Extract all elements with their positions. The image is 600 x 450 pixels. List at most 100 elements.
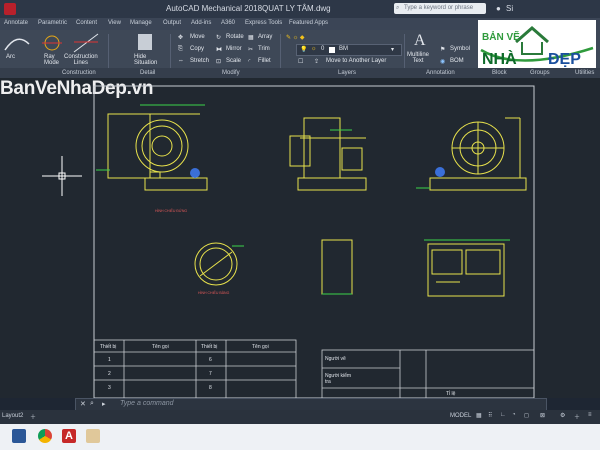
layer-state-icon[interactable]: ✎ ☼ ◆: [286, 34, 304, 41]
logo-line3: ĐẸP: [548, 51, 581, 68]
plus-icon[interactable]: ＋: [574, 412, 580, 421]
caption-side: HÌNH CHIẾU BẰNG: [198, 290, 230, 295]
motor-hub: [190, 168, 200, 178]
layer-dropdown[interactable]: 💡 ☼ 0 BM ▾: [296, 44, 402, 56]
add-layout-icon[interactable]: ＋: [30, 412, 36, 421]
fillet-icon[interactable]: ◜: [248, 58, 250, 65]
layer-properties-icon[interactable]: ☐: [298, 58, 303, 65]
symbol-button[interactable]: Symbol: [450, 46, 470, 52]
move-to-layer-icon[interactable]: ⇪: [314, 58, 319, 65]
move-to-layer-button[interactable]: Move to Another Layer: [326, 58, 386, 64]
ortho-icon[interactable]: ∟: [500, 412, 506, 418]
scale-icon[interactable]: ⊡: [216, 58, 221, 65]
title-bar: AutoCAD Mechanical 2018 QUAT LY TÂM.dwg …: [0, 0, 600, 18]
hide-situation-label[interactable]: Hide Situation: [134, 54, 157, 66]
banvenhadep-logo: BẢN VẼ NHÀ ĐẸP: [478, 20, 596, 70]
app-menu-icon[interactable]: [4, 3, 16, 15]
tab-view[interactable]: View: [108, 20, 121, 26]
fillet-button[interactable]: Fillet: [258, 58, 271, 64]
caption-front: HÌNH CHIẾU ĐỨNG: [155, 208, 187, 213]
autocad-icon[interactable]: A: [62, 429, 76, 443]
scale-button[interactable]: Scale: [226, 58, 241, 64]
arc-icon[interactable]: [2, 32, 32, 54]
bom-icon[interactable]: ◉: [440, 58, 445, 65]
trim-icon[interactable]: ✂: [248, 46, 253, 53]
stretch-icon[interactable]: ⇔: [178, 58, 184, 64]
osnap-icon[interactable]: ◻: [524, 412, 529, 419]
user-label[interactable]: Si: [506, 4, 513, 13]
table-header: Thiết bị: [201, 344, 218, 350]
rotate-icon[interactable]: ↻: [216, 34, 221, 41]
divider: [404, 34, 405, 70]
arc-label[interactable]: Arc: [6, 54, 15, 60]
grid-icon[interactable]: ▦: [476, 412, 482, 419]
multiline-text-label[interactable]: Multiline Text: [407, 52, 429, 64]
panel-label-annotation[interactable]: Annotation: [426, 70, 455, 76]
copy-icon[interactable]: ⎘: [178, 46, 183, 53]
model-button[interactable]: MODEL: [450, 413, 471, 419]
tab-output[interactable]: Output: [163, 20, 181, 26]
tab-featured-apps[interactable]: Featured Apps: [289, 20, 328, 26]
crosshair-cursor: [42, 156, 82, 196]
panel-label-layers[interactable]: Layers: [338, 70, 356, 76]
tab-manage[interactable]: Manage: [130, 20, 152, 26]
gear-icon[interactable]: ⚙: [560, 412, 565, 419]
tab-a360[interactable]: A360: [221, 20, 235, 26]
command-history-icon[interactable]: ⌕: [90, 400, 94, 408]
fan-right-view: [429, 117, 527, 191]
divider: [170, 34, 171, 70]
paint-icon[interactable]: [86, 429, 100, 443]
panel-label-utilities[interactable]: Utilities: [575, 70, 594, 76]
trim-button[interactable]: Trim: [258, 46, 270, 52]
user-icon[interactable]: ●: [496, 4, 501, 13]
array-icon[interactable]: ▦: [248, 34, 254, 41]
command-input[interactable]: Type a command: [120, 400, 174, 407]
logo-line2: NHÀ: [482, 49, 517, 68]
snap-icon[interactable]: ⠿: [488, 412, 492, 419]
chevron-up-icon[interactable]: ▸: [102, 400, 106, 408]
status-bar: Layout2 ＋ MODEL ▦ ⠿ ∟ ◔ ◻ ⊠ ⚙ ＋ ≡: [0, 410, 600, 424]
cabinet-detail: [427, 243, 505, 297]
panel-label-block[interactable]: Block: [492, 70, 507, 76]
hide-situation-icon[interactable]: [136, 32, 154, 52]
mirror-button[interactable]: Mirror: [226, 46, 242, 52]
panel-label-modify[interactable]: Modify: [222, 70, 240, 76]
stretch-button[interactable]: Stretch: [190, 58, 209, 64]
panel-label-construction[interactable]: Construction: [62, 70, 96, 76]
chevron-down-icon: ▾: [391, 47, 395, 53]
tab-express-tools[interactable]: Express Tools: [245, 20, 282, 26]
annotation-scale-icon[interactable]: ⊠: [540, 412, 545, 419]
multiline-text-icon[interactable]: A: [414, 32, 426, 50]
move-icon[interactable]: ✥: [178, 34, 183, 41]
close-icon[interactable]: ✕: [80, 400, 86, 408]
polar-icon[interactable]: ◔: [512, 412, 516, 418]
chrome-icon[interactable]: [38, 429, 52, 443]
logo-line1: BẢN VẼ: [482, 30, 520, 43]
construction-lines-icon[interactable]: [72, 32, 100, 54]
search-input[interactable]: ⌕ Type a keyword or phrase: [394, 3, 486, 14]
panel-label-groups[interactable]: Groups: [530, 70, 550, 76]
tab-parametric[interactable]: Parametric: [38, 20, 67, 26]
tab-add-ins[interactable]: Add-ins: [191, 20, 211, 26]
divider: [108, 34, 109, 70]
array-button[interactable]: Array: [258, 34, 272, 40]
search-placeholder: Type a keyword or phrase: [404, 5, 474, 11]
drawing-canvas[interactable]: HÌNH CHIẾU ĐỨNG HÌNH CHIẾU BẰNG Thiết bị…: [0, 78, 600, 398]
ray-mode-label[interactable]: Ray Mode: [44, 54, 59, 66]
word-icon[interactable]: [12, 429, 26, 443]
tab-content[interactable]: Content: [76, 20, 97, 26]
symbol-icon[interactable]: ⚑: [440, 46, 445, 53]
mirror-icon[interactable]: ⧓: [216, 46, 222, 53]
copy-button[interactable]: Copy: [190, 46, 204, 52]
ray-mode-icon[interactable]: [40, 32, 64, 54]
rotate-button[interactable]: Rotate: [226, 34, 244, 40]
move-button[interactable]: Move: [190, 34, 205, 40]
fan-side-view: [289, 117, 367, 191]
panel-label-detail[interactable]: Detail: [140, 70, 155, 76]
bom-button[interactable]: BOM: [450, 58, 464, 64]
inlet-detail: [194, 242, 238, 286]
layout-tab[interactable]: Layout2: [2, 413, 23, 419]
tab-annotate[interactable]: Annotate: [4, 20, 28, 26]
menu-icon[interactable]: ≡: [588, 412, 592, 418]
construction-lines-label[interactable]: Construction Lines: [64, 54, 98, 66]
